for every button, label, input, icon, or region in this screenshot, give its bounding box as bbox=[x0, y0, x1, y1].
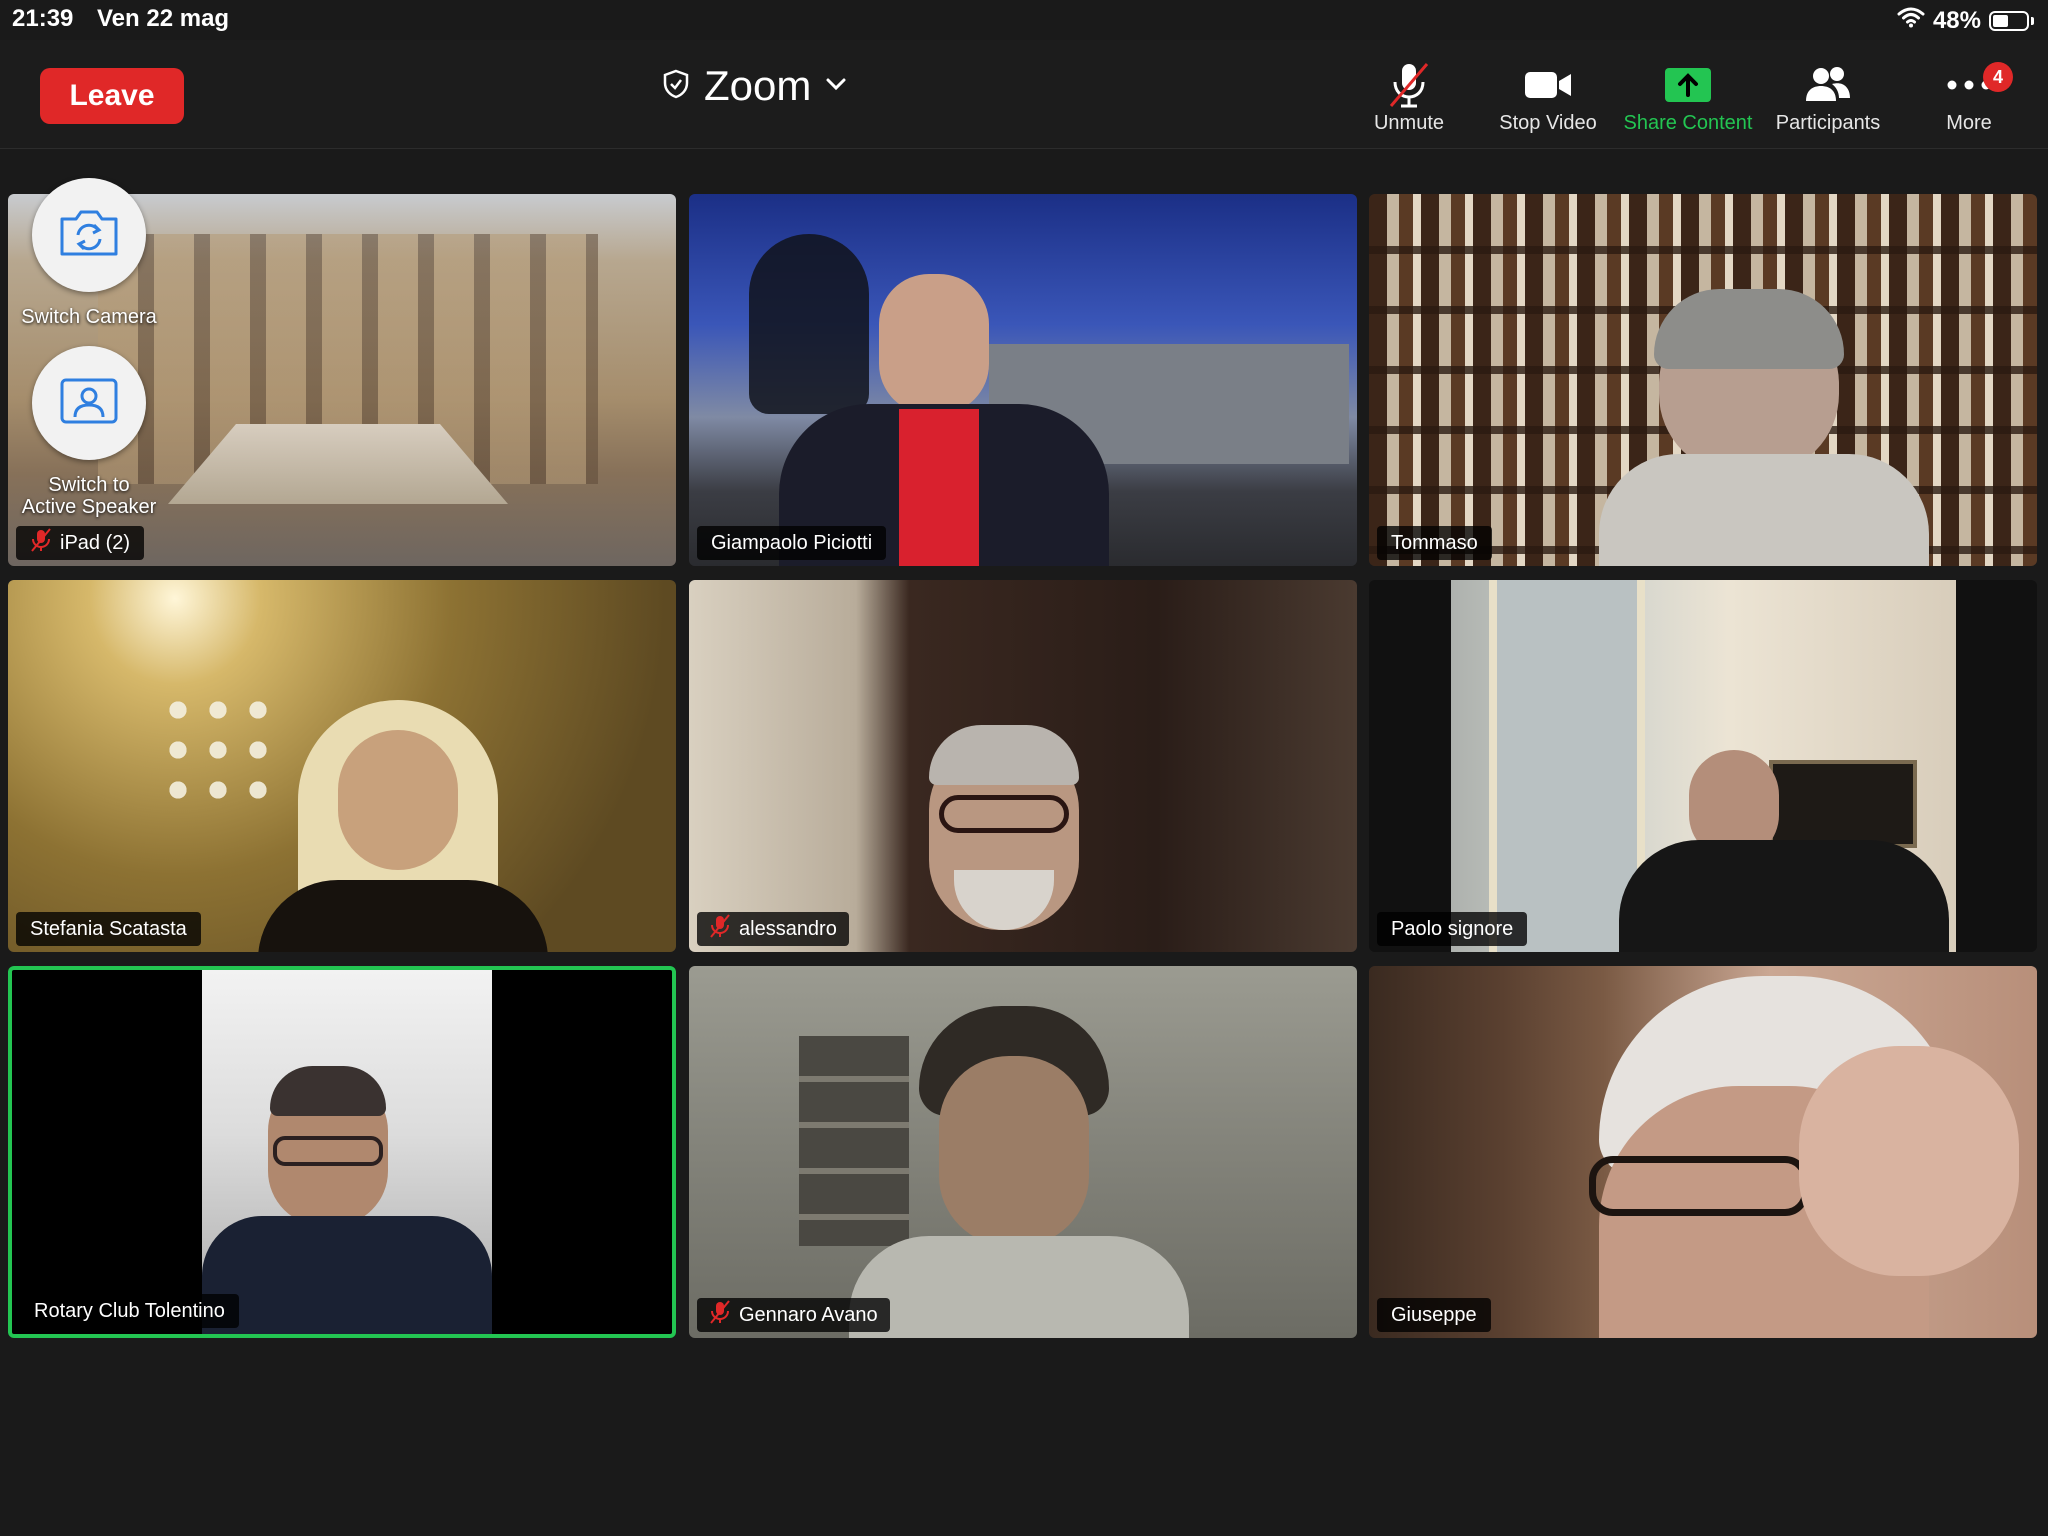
participant-name: Gennaro Avano bbox=[739, 1303, 878, 1326]
unmute-button[interactable]: Unmute bbox=[1339, 58, 1479, 135]
shield-icon bbox=[662, 69, 690, 104]
participant-name-tag: iPad (2) bbox=[16, 526, 145, 560]
switch-speaker-line1: Switch to bbox=[48, 474, 130, 496]
participant-name: iPad (2) bbox=[60, 531, 131, 554]
participants-label: Participants bbox=[1775, 112, 1881, 134]
battery-fill bbox=[1993, 14, 2008, 27]
video-tile-rotary-club[interactable]: Rotary Club Tolentino bbox=[8, 966, 676, 1338]
meeting-title-text: Zoom bbox=[704, 62, 812, 109]
participant-name-tag: Stefania Scatasta bbox=[16, 912, 201, 946]
person-glasses bbox=[273, 1136, 383, 1166]
share-content-label: Share Content bbox=[1623, 112, 1753, 134]
share-screen-icon bbox=[1618, 58, 1758, 112]
participant-name: Giuseppe bbox=[1391, 1303, 1477, 1326]
participant-name-tag: Tommaso bbox=[1377, 526, 1492, 560]
person-hand bbox=[1799, 1046, 2019, 1276]
microphone-muted-icon bbox=[709, 1300, 731, 1330]
person-shirt bbox=[899, 409, 979, 566]
more-dots-icon bbox=[1899, 58, 2039, 112]
person-body bbox=[849, 1236, 1189, 1338]
participant-name: Giampaolo Piciotti bbox=[711, 531, 873, 554]
participant-name: Rotary Club Tolentino bbox=[34, 1299, 225, 1322]
wall-painting bbox=[1769, 760, 1917, 848]
status-time: 21:39 bbox=[12, 5, 74, 32]
person-body bbox=[258, 880, 548, 952]
participant-name-tag: alessandro bbox=[697, 912, 849, 946]
trees-silhouette bbox=[749, 234, 869, 414]
video-tile-stefania[interactable]: Stefania Scatasta bbox=[8, 580, 676, 952]
person-hair bbox=[270, 1066, 386, 1116]
stop-video-button[interactable]: Stop Video bbox=[1478, 58, 1618, 135]
status-bar: 21:39 Ven 22 mag 48% bbox=[0, 0, 2048, 40]
participant-name-tag: Gennaro Avano bbox=[697, 1298, 890, 1332]
video-tile-alessandro[interactable]: alessandro bbox=[689, 580, 1357, 952]
person-hair bbox=[1654, 289, 1844, 369]
video-tile-tommaso[interactable]: Tommaso bbox=[1369, 194, 2037, 566]
participant-name-tag: Paolo signore bbox=[1377, 912, 1528, 946]
notification-badge: 4 bbox=[1983, 62, 2013, 92]
video-camera-icon bbox=[1478, 58, 1618, 112]
share-content-button[interactable]: Share Content bbox=[1618, 58, 1758, 135]
video-tile-paolo[interactable]: Paolo signore bbox=[1369, 580, 2037, 952]
switch-camera-icon bbox=[56, 207, 122, 264]
switch-active-speaker-button[interactable] bbox=[32, 346, 146, 460]
meeting-toolbar: Leave Zoom Unmute Stop Video Share Conte… bbox=[0, 40, 2048, 149]
person-glasses bbox=[939, 795, 1069, 833]
unmute-label: Unmute bbox=[1373, 112, 1445, 134]
participants-button[interactable]: Participants bbox=[1758, 58, 1898, 135]
video-tile-gennaro[interactable]: Gennaro Avano bbox=[689, 966, 1357, 1338]
participant-name: Stefania Scatasta bbox=[30, 917, 187, 940]
person-hair bbox=[929, 725, 1079, 785]
participant-name-tag: Giampaolo Piciotti bbox=[697, 526, 887, 560]
stop-video-label: Stop Video bbox=[1499, 112, 1597, 134]
person-face bbox=[939, 1056, 1089, 1246]
meeting-title[interactable]: Zoom bbox=[662, 62, 847, 110]
person-face bbox=[338, 730, 458, 870]
participant-name-tag: Rotary Club Tolentino bbox=[20, 1294, 239, 1328]
switch-speaker-line2: Active Speaker bbox=[21, 496, 157, 518]
microphone-muted-icon bbox=[30, 528, 52, 558]
participant-name: Tommaso bbox=[1391, 531, 1478, 554]
microphone-muted-icon bbox=[1339, 58, 1479, 112]
status-date: Ven 22 mag bbox=[97, 5, 230, 32]
video-tile-giampaolo[interactable]: Giampaolo Piciotti bbox=[689, 194, 1357, 566]
more-label: More bbox=[1946, 112, 1992, 134]
active-speaker-icon bbox=[59, 377, 119, 430]
battery-tip bbox=[2031, 16, 2034, 25]
wifi-icon bbox=[1897, 6, 1925, 35]
more-button[interactable]: More 4 bbox=[1899, 58, 2039, 135]
person-body bbox=[1599, 454, 1929, 566]
battery-percent: 48% bbox=[1932, 6, 1981, 34]
chevron-down-icon bbox=[825, 77, 847, 96]
video-tile-giuseppe[interactable]: Giuseppe bbox=[1369, 966, 2037, 1338]
person-body bbox=[202, 1216, 492, 1334]
person-head bbox=[879, 274, 989, 414]
bookshelf bbox=[799, 1036, 909, 1246]
switch-camera-label: Switch Camera bbox=[21, 306, 157, 328]
flowers bbox=[158, 690, 288, 800]
participant-name: Paolo signore bbox=[1391, 917, 1514, 940]
switch-active-speaker-label: Switch to Active Speaker bbox=[0, 474, 179, 518]
participant-name-tag: Giuseppe bbox=[1377, 1298, 1491, 1332]
status-right: 48% bbox=[1897, 6, 2034, 35]
leave-button[interactable]: Leave bbox=[40, 68, 184, 124]
switch-camera-button[interactable] bbox=[32, 178, 146, 292]
battery-icon bbox=[1989, 10, 2029, 31]
participants-icon bbox=[1758, 58, 1898, 112]
person-glasses bbox=[1589, 1156, 1809, 1216]
participant-name: alessandro bbox=[739, 917, 837, 940]
person-body bbox=[1619, 840, 1949, 952]
microphone-muted-icon bbox=[709, 914, 731, 944]
